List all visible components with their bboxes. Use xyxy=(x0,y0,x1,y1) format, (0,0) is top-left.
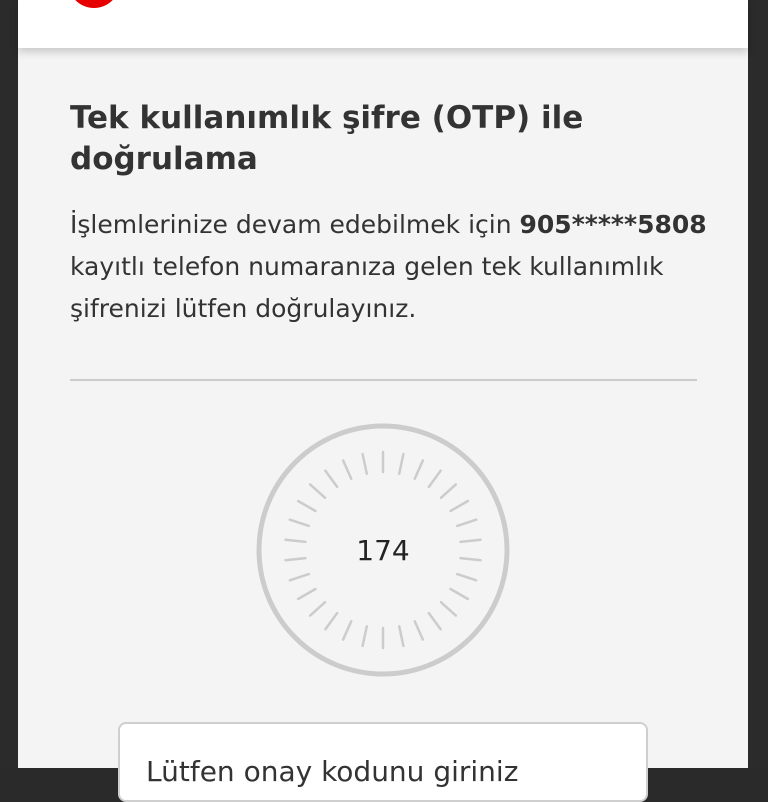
description-suffix: kayıtlı telefon numaranıza gelen tek kul… xyxy=(70,252,664,323)
otp-description: İşlemlerinize devam edebilmek için 905**… xyxy=(70,204,710,330)
countdown-seconds: 174 xyxy=(356,533,410,567)
vodafone-logo-icon[interactable] xyxy=(68,0,120,8)
section-divider xyxy=(70,379,697,381)
app-header xyxy=(18,0,748,48)
page-title: Tek kullanımlık şifre (OTP) ile doğrulam… xyxy=(70,100,584,177)
countdown-timer: 174 xyxy=(256,423,510,677)
description-prefix: İşlemlerinize devam edebilmek için xyxy=(70,210,520,239)
otp-verification-page: Tek kullanımlık şifre (OTP) ile doğrulam… xyxy=(18,48,748,802)
masked-phone-number: 905*****5808 xyxy=(519,210,707,239)
otp-code-input[interactable] xyxy=(118,722,648,802)
screen-frame-right xyxy=(748,0,768,768)
screen-frame-left xyxy=(0,0,18,768)
